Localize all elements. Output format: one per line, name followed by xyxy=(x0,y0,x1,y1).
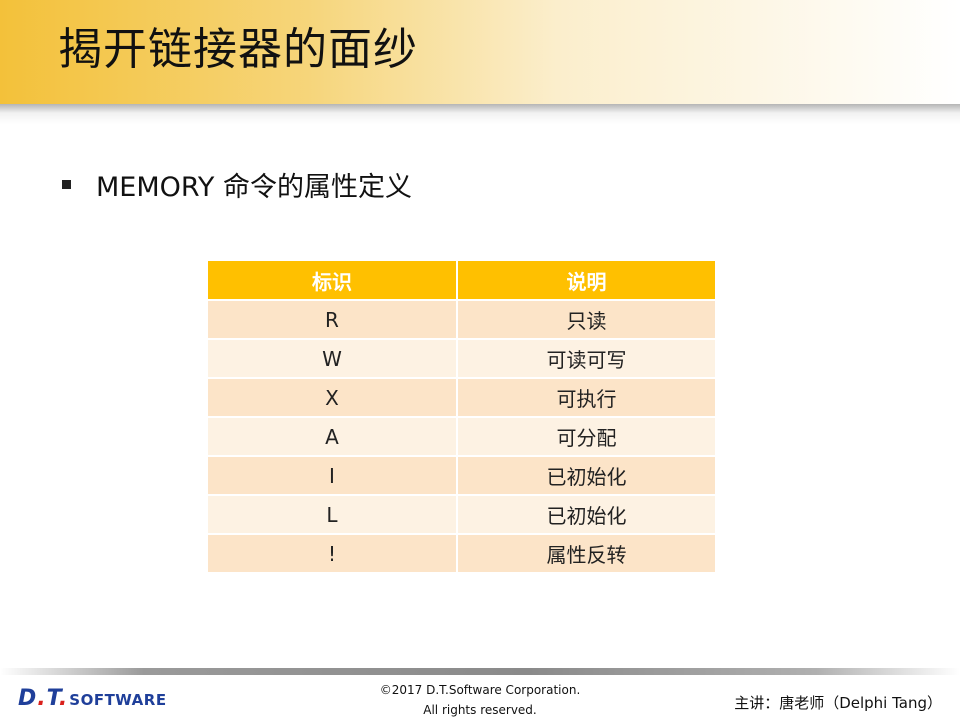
logo-dot: . xyxy=(37,686,47,711)
copyright-notice: ©2017 D.T.Software Corporation. All righ… xyxy=(340,680,620,720)
flag-cell: A xyxy=(208,416,458,456)
flag-cell: ! xyxy=(208,533,458,572)
flag-cell: X xyxy=(208,377,458,417)
column-header-flag: 标识 xyxy=(208,261,458,300)
square-bullet-icon xyxy=(62,179,71,189)
dt-software-logo: D.T. SOFTWARE xyxy=(18,686,167,711)
column-header-description: 说明 xyxy=(457,261,715,300)
table-row: W 可读可写 xyxy=(208,338,715,378)
logo-letter-d: D xyxy=(18,686,38,711)
speaker-credit: 主讲：唐老师（Delphi Tang） xyxy=(734,694,942,712)
memory-attribute-table: 标识 说明 R 只读 W 可读可写 X 可执行 A 可分配 I 已初始化 L 已… xyxy=(208,261,715,572)
copyright-line-2: All rights reserved. xyxy=(423,703,537,717)
logo-letter-t: T xyxy=(46,686,59,711)
table-row: A 可分配 xyxy=(208,416,715,456)
table-row: ! 属性反转 xyxy=(208,533,715,572)
description-cell: 可读可写 xyxy=(457,338,715,378)
bullet-text: MEMORY 命令的属性定义 xyxy=(96,171,413,203)
table-row: I 已初始化 xyxy=(208,455,715,495)
flag-cell: W xyxy=(208,338,458,378)
logo-mark: D.T. xyxy=(18,686,68,711)
bullet-item: MEMORY 命令的属性定义 xyxy=(62,164,412,204)
title-banner-shadow xyxy=(0,104,960,124)
table-header-row: 标识 说明 xyxy=(208,261,715,300)
slide-title: 揭开链接器的面纱 xyxy=(58,24,418,75)
table-row: R 只读 xyxy=(208,299,715,339)
flag-cell: R xyxy=(208,299,458,339)
copyright-line-1: ©2017 D.T.Software Corporation. xyxy=(379,683,581,697)
description-cell: 已初始化 xyxy=(457,494,715,534)
description-cell: 可分配 xyxy=(457,416,715,456)
flag-cell: I xyxy=(208,455,458,495)
logo-wordmark: SOFTWARE xyxy=(69,691,167,709)
description-cell: 只读 xyxy=(457,299,715,339)
logo-dot: . xyxy=(58,686,69,711)
table-row: X 可执行 xyxy=(208,377,715,417)
flag-cell: L xyxy=(208,494,458,534)
footer-divider xyxy=(0,668,960,675)
description-cell: 已初始化 xyxy=(457,455,715,495)
description-cell: 可执行 xyxy=(457,377,715,417)
table-row: L 已初始化 xyxy=(208,494,715,534)
description-cell: 属性反转 xyxy=(457,533,715,572)
